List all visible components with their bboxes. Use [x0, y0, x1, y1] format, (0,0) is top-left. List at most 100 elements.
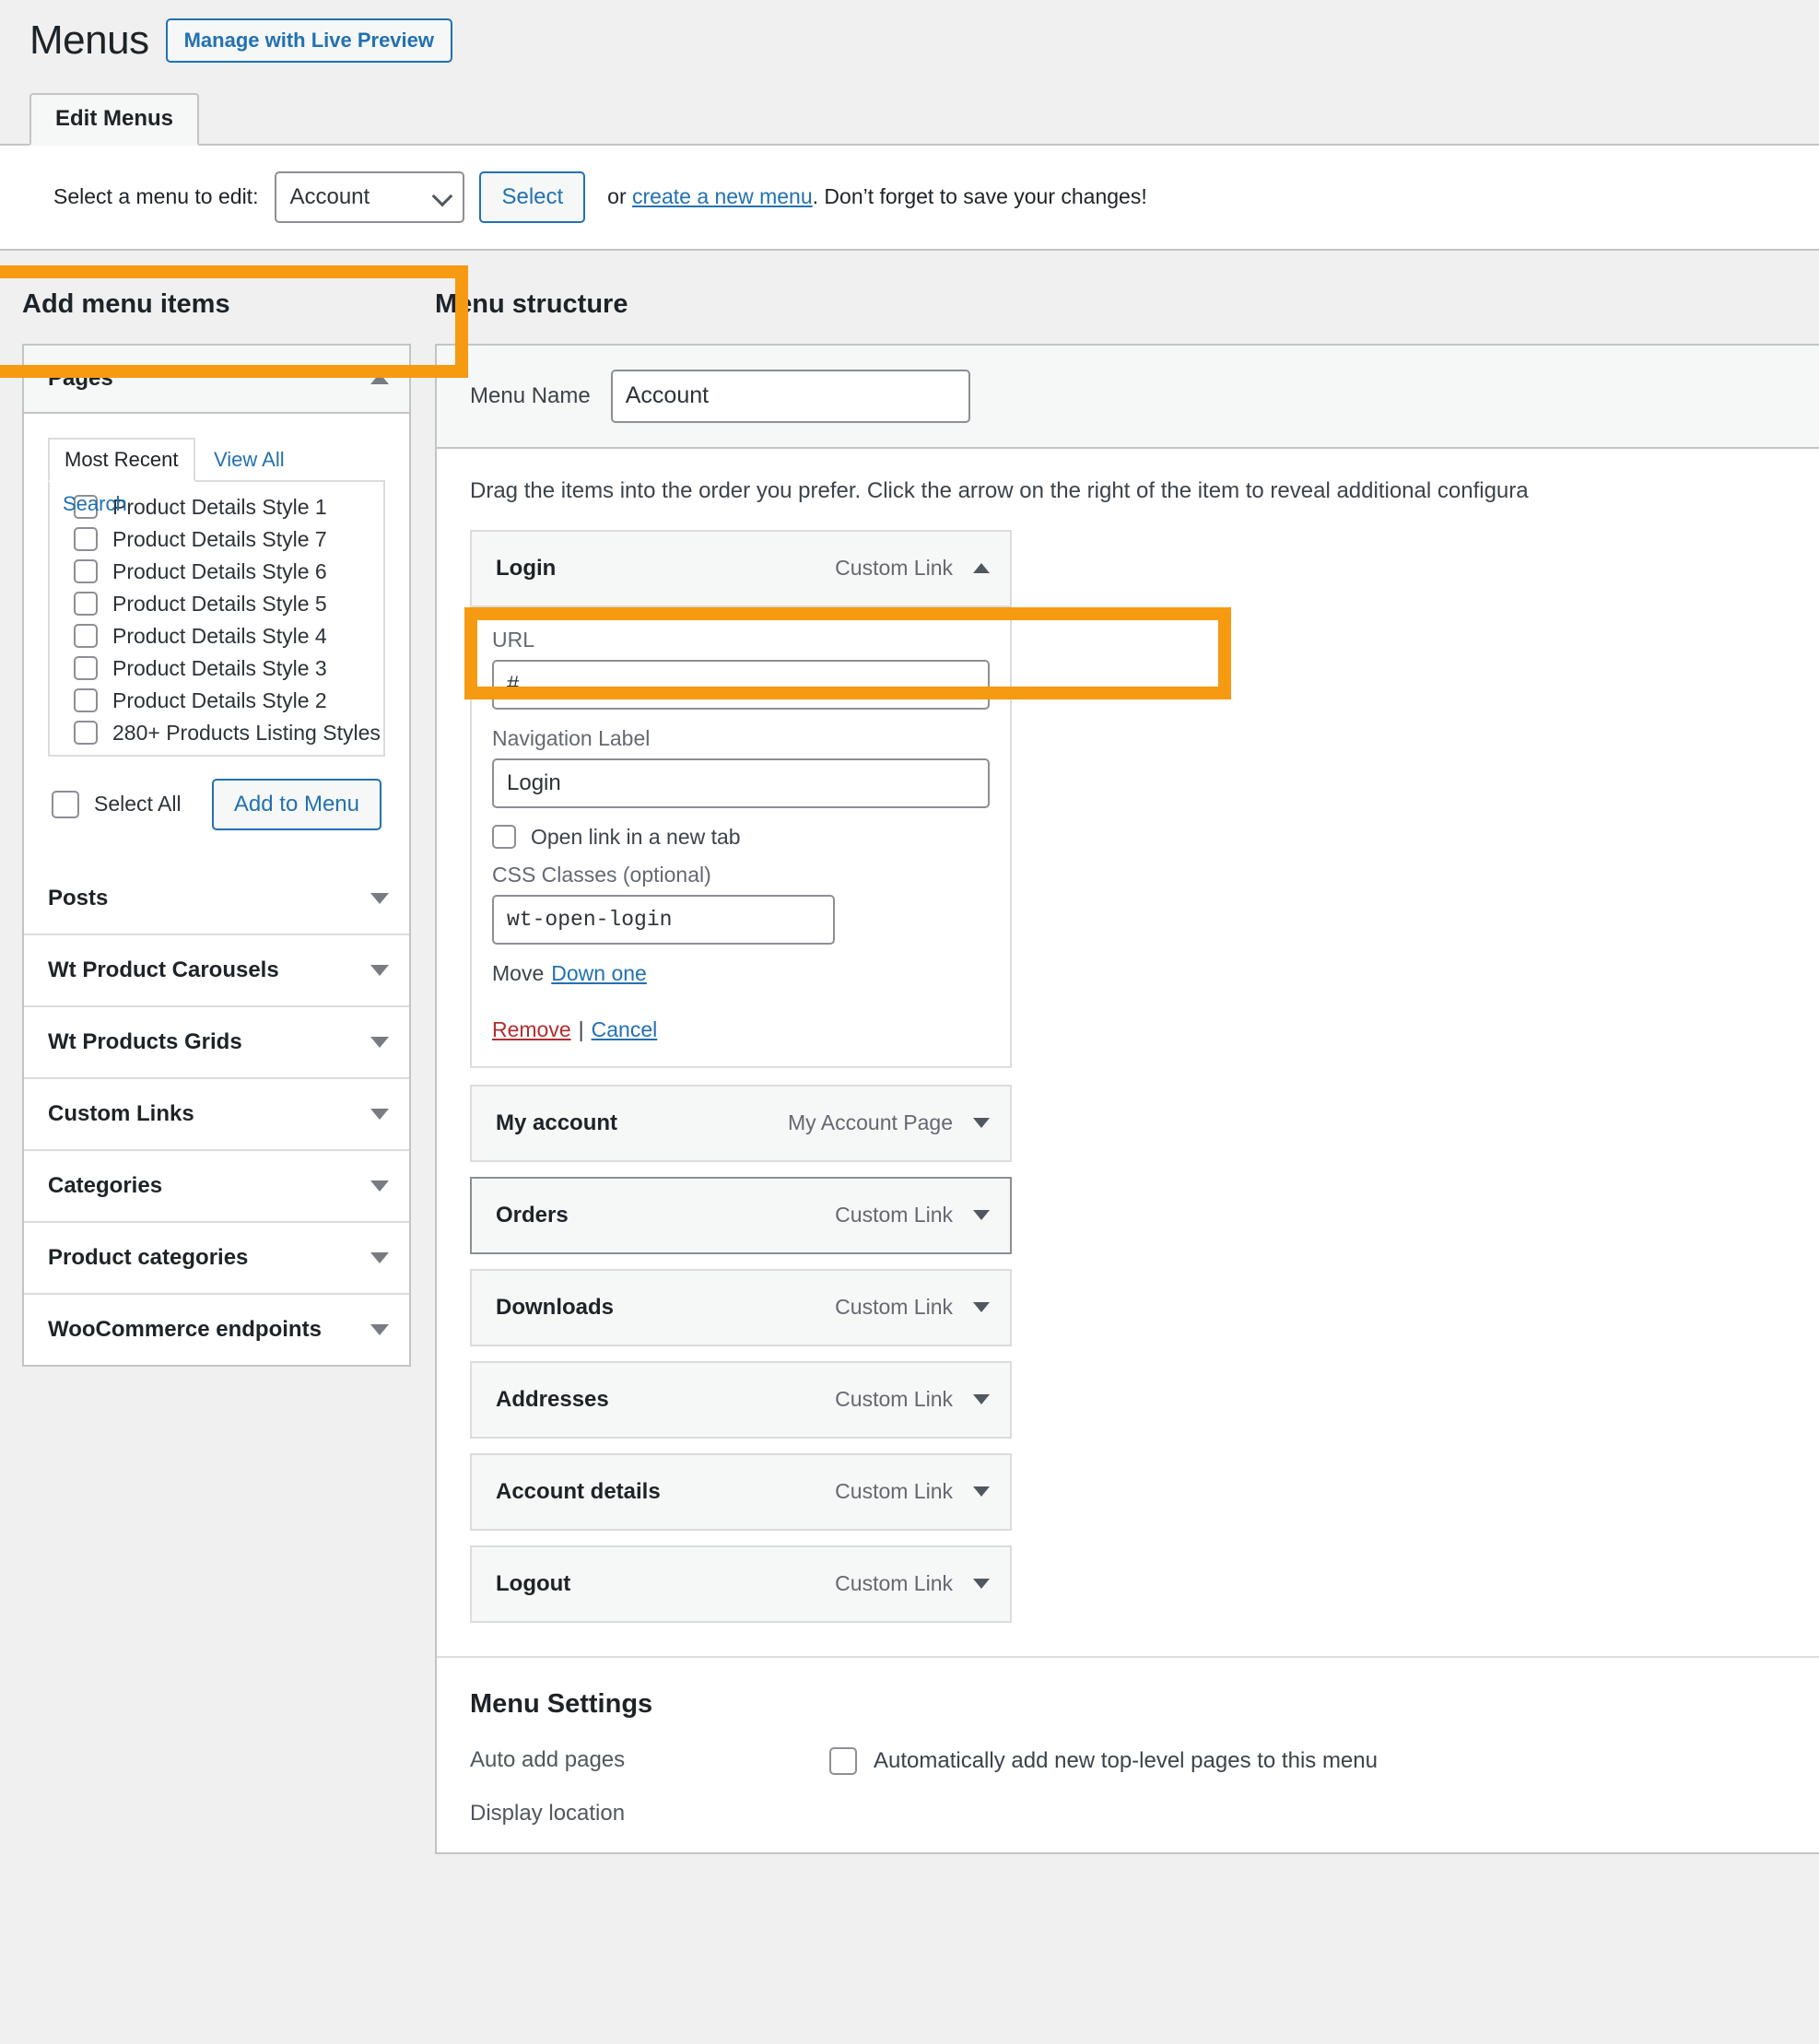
menu-item-my-account[interactable]: My account My Account Page	[470, 1084, 1012, 1162]
list-item-label: Product Details Style 2	[112, 687, 327, 712]
move-down-one-link[interactable]: Down one	[551, 961, 647, 985]
menu-item-title: Login	[496, 555, 557, 581]
list-item[interactable]: Product Details Style 5	[50, 588, 383, 620]
menu-item-header[interactable]: Account details Custom Link	[472, 1454, 1010, 1529]
open-in-new-tab-row[interactable]: Open link in a new tab	[492, 825, 990, 850]
select-button[interactable]: Select	[479, 170, 586, 223]
list-item[interactable]: 280+ Products Listing Styles	[50, 717, 383, 749]
checkbox-icon[interactable]	[52, 790, 79, 818]
checkbox-icon[interactable]	[74, 559, 98, 584]
checkbox-icon[interactable]	[74, 527, 98, 552]
chevron-down-icon	[370, 1180, 389, 1192]
list-item[interactable]: Product Details Style 3	[50, 652, 383, 685]
menu-item-meta: Custom Link	[835, 1203, 990, 1228]
pages-panel-header[interactable]: Pages	[24, 345, 409, 414]
menu-settings-section: Menu Settings Auto add pages Automatical…	[437, 1655, 1819, 1827]
menu-structure-panel: Menu Name Account Drag the items into th…	[435, 343, 1819, 1854]
checkbox-icon[interactable]	[74, 624, 98, 649]
checkbox-icon[interactable]	[74, 688, 98, 713]
panel-posts[interactable]: Posts	[24, 863, 409, 935]
cancel-link[interactable]: Cancel	[592, 1017, 658, 1041]
checkbox-icon[interactable]	[492, 825, 516, 850]
chevron-up-icon	[370, 372, 389, 384]
menu-item-meta: Custom Link	[835, 1571, 990, 1596]
list-item[interactable]: Product Details Style 4	[50, 620, 383, 652]
chevron-down-icon[interactable]	[973, 1118, 990, 1129]
chevron-up-icon[interactable]	[973, 563, 990, 574]
menu-item-addresses[interactable]: Addresses Custom Link	[470, 1360, 1012, 1439]
menu-item-title: Orders	[496, 1202, 569, 1228]
css-classes-group: CSS Classes (optional) wt-open-login	[464, 606, 1231, 945]
menu-item-type: Custom Link	[835, 1203, 953, 1228]
url-input[interactable]: #	[492, 659, 990, 710]
create-a-new-menu-link[interactable]: create a new menu	[632, 184, 813, 208]
menus-admin-page: Menus Manage with Live Preview Edit Menu…	[0, 0, 1819, 2044]
list-item-label: Product Details Style 4	[112, 623, 327, 648]
list-item[interactable]: Product Details Style 2	[50, 685, 383, 717]
add-to-menu-button[interactable]: Add to Menu	[211, 778, 381, 830]
panel-wt-products-grids[interactable]: Wt Products Grids	[24, 1006, 409, 1079]
checkbox-icon[interactable]	[74, 656, 98, 681]
tab-search[interactable]: Search	[48, 482, 142, 526]
list-item[interactable]: Product Details Style 6	[50, 556, 383, 588]
menu-item-downloads[interactable]: Downloads Custom Link	[470, 1268, 1012, 1346]
note-suffix: . Don’t forget to save your changes!	[812, 184, 1147, 209]
menu-items-list: Login Custom Link URL # Navigation Label…	[437, 529, 1819, 1623]
panel-categories[interactable]: Categories	[24, 1150, 409, 1223]
css-classes-input[interactable]: wt-open-login	[492, 894, 835, 945]
chevron-down-icon	[432, 185, 453, 207]
separator: |	[578, 1016, 584, 1041]
menu-select-dropdown[interactable]: Account	[275, 170, 465, 223]
auto-add-pages-row: Auto add pages Automatically add new top…	[470, 1746, 1819, 1775]
manage-with-live-preview-button[interactable]: Manage with Live Preview	[165, 18, 453, 64]
menu-item-header[interactable]: Logout Custom Link	[472, 1546, 1010, 1621]
menu-item-account-details[interactable]: Account details Custom Link	[470, 1452, 1012, 1531]
menu-item-logout[interactable]: Logout Custom Link	[470, 1545, 1012, 1623]
menu-item-header[interactable]: Login Custom Link	[472, 531, 1010, 607]
panel-custom-links[interactable]: Custom Links	[24, 1078, 409, 1151]
chevron-down-icon[interactable]	[973, 1210, 990, 1221]
menu-item-header[interactable]: Downloads Custom Link	[472, 1270, 1010, 1345]
pages-panel-tabs: Most Recent View All Search	[48, 437, 385, 515]
add-menu-items-accordion: Pages Most Recent View All Search Produc…	[22, 343, 411, 1367]
chevron-down-icon[interactable]	[973, 1394, 990, 1405]
checkbox-icon[interactable]	[74, 721, 98, 746]
tab-most-recent[interactable]: Most Recent	[48, 437, 195, 482]
checkbox-icon[interactable]	[829, 1746, 857, 1775]
select-all-checkbox[interactable]: Select All	[52, 790, 182, 818]
auto-add-pages-checkbox-label: Automatically add new top-level pages to…	[874, 1747, 1378, 1773]
navigation-label-input[interactable]: Login	[492, 758, 990, 808]
add-menu-items-title: Add menu items	[22, 288, 230, 319]
menu-item-header[interactable]: Orders Custom Link	[472, 1178, 1010, 1252]
panel-label: Categories	[48, 1172, 163, 1198]
chevron-down-icon[interactable]	[973, 1486, 990, 1498]
panel-label: WooCommerce endpoints	[48, 1316, 322, 1342]
menu-item-type: Custom Link	[835, 556, 953, 581]
menu-item-orders[interactable]: Orders Custom Link	[470, 1176, 1012, 1254]
chevron-down-icon	[370, 1323, 389, 1335]
remove-link[interactable]: Remove	[492, 1017, 571, 1041]
auto-add-pages-checkbox-row[interactable]: Automatically add new top-level pages to…	[829, 1746, 1378, 1775]
menu-item-type: Custom Link	[835, 1479, 953, 1504]
menu-structure-column: Menu structure Menu Name Account Drag th…	[411, 251, 1819, 1854]
list-item[interactable]: Product Details Style 7	[50, 523, 383, 556]
list-item-label: Product Details Style 6	[112, 558, 327, 583]
menu-name-input[interactable]: Account	[610, 369, 970, 423]
tab-view-all[interactable]: View All	[199, 438, 299, 482]
note-prefix: or	[607, 184, 633, 209]
display-location-row: Display location	[470, 1801, 1819, 1827]
pages-panel-title: Pages	[48, 365, 113, 391]
menu-item-header[interactable]: Addresses Custom Link	[472, 1362, 1010, 1437]
menu-item-type: Custom Link	[835, 1571, 953, 1596]
menu-item-header[interactable]: My account My Account Page	[472, 1086, 1010, 1160]
checkbox-icon[interactable]	[74, 592, 98, 617]
menu-select-bar-wrapper: Select a menu to edit: Account Select or…	[0, 145, 1819, 378]
tab-edit-menus[interactable]: Edit Menus	[29, 92, 200, 146]
panel-product-categories[interactable]: Product categories	[24, 1222, 409, 1295]
chevron-down-icon[interactable]	[973, 1302, 990, 1313]
page-title: Menus	[29, 18, 149, 63]
chevron-down-icon[interactable]	[973, 1579, 990, 1590]
panel-woocommerce-endpoints[interactable]: WooCommerce endpoints	[24, 1294, 409, 1365]
menu-select-value: Account	[289, 183, 370, 209]
panel-wt-product-carousels[interactable]: Wt Product Carousels	[24, 934, 409, 1007]
